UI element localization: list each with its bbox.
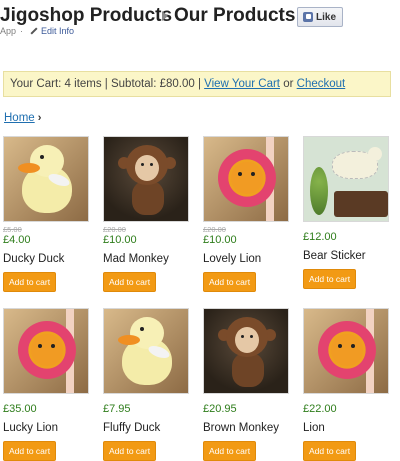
cart-or-text: or <box>283 78 294 90</box>
edit-info-link[interactable]: Edit Info <box>27 26 74 36</box>
product-image[interactable] <box>3 308 89 394</box>
breadcrumb: Home › <box>4 112 41 124</box>
product-image[interactable] <box>303 136 389 222</box>
product-image[interactable] <box>103 136 189 222</box>
add-to-cart-button[interactable]: Add to cart <box>303 441 357 461</box>
product-image[interactable] <box>103 308 189 394</box>
page-header: Jigoshop Products Our Products Like <box>0 3 400 27</box>
product-card: £7.95 Fluffy Duck Add to cart <box>103 308 193 461</box>
product-name[interactable]: Lovely Lion <box>203 253 293 265</box>
page-title: Our Products <box>174 5 296 26</box>
view-cart-link[interactable]: View Your Cart <box>204 78 280 90</box>
cart-summary-bar: Your Cart: 4 items | Subtotal: £80.00 | … <box>3 71 391 97</box>
product-image[interactable] <box>3 136 89 222</box>
product-card: £35.00 Lucky Lion Add to cart <box>3 308 93 461</box>
add-to-cart-button[interactable]: Add to cart <box>203 272 257 292</box>
product-name[interactable]: Lucky Lion <box>3 422 93 434</box>
app-subline: App · Edit Info <box>0 26 74 36</box>
cart-summary-text: Your Cart: 4 items | Subtotal: £80.00 | <box>10 78 201 90</box>
subline-separator: · <box>20 26 24 36</box>
product-name[interactable]: Lion <box>303 422 393 434</box>
product-card: £5.00 £4.00 Ducky Duck Add to cart <box>3 136 93 292</box>
product-name[interactable]: Brown Monkey <box>203 422 293 434</box>
product-name[interactable]: Mad Monkey <box>103 253 193 265</box>
add-to-cart-button[interactable]: Add to cart <box>103 441 157 461</box>
add-to-cart-button[interactable]: Add to cart <box>3 441 57 461</box>
product-name[interactable]: Bear Sticker <box>303 250 393 262</box>
product-name[interactable]: Fluffy Duck <box>103 422 193 434</box>
checkout-link[interactable]: Checkout <box>297 78 346 90</box>
product-price: £35.00 <box>3 403 37 415</box>
breadcrumb-chevron-icon: › <box>37 112 42 124</box>
product-old-price: £20.00 <box>203 225 226 234</box>
product-card: £20.00 £10.00 Mad Monkey Add to cart <box>103 136 193 292</box>
app-label: App <box>0 26 17 36</box>
product-name[interactable]: Ducky Duck <box>3 253 93 265</box>
app-title[interactable]: Jigoshop Products <box>0 5 172 27</box>
product-price: £10.00 <box>203 234 237 246</box>
product-old-price: £20.00 <box>103 225 126 234</box>
product-image[interactable] <box>303 308 389 394</box>
breadcrumb-arrow-icon <box>162 11 168 21</box>
like-label: Like <box>316 11 337 23</box>
add-to-cart-button[interactable]: Add to cart <box>3 272 57 292</box>
product-old-price: £5.00 <box>3 225 22 234</box>
breadcrumb-home-link[interactable]: Home <box>4 112 35 124</box>
add-to-cart-button[interactable]: Add to cart <box>303 269 357 289</box>
product-card: £20.95 Brown Monkey Add to cart <box>203 308 293 461</box>
product-card: £22.00 Lion Add to cart <box>303 308 393 461</box>
product-price: £7.95 <box>103 403 131 415</box>
product-price: £12.00 <box>303 231 337 243</box>
pencil-icon <box>30 27 38 35</box>
product-price: £4.00 <box>3 234 31 246</box>
product-image[interactable] <box>203 308 289 394</box>
product-image[interactable] <box>203 136 289 222</box>
product-price: £10.00 <box>103 234 137 246</box>
product-price: £20.95 <box>203 403 237 415</box>
add-to-cart-button[interactable]: Add to cart <box>203 441 257 461</box>
edit-info-label: Edit Info <box>41 26 75 36</box>
product-card: £20.00 £10.00 Lovely Lion Add to cart <box>203 136 293 292</box>
product-card: £12.00 Bear Sticker Add to cart <box>303 136 393 289</box>
like-button[interactable]: Like <box>297 7 344 27</box>
product-price: £22.00 <box>303 403 337 415</box>
thumbs-up-icon <box>303 12 313 22</box>
add-to-cart-button[interactable]: Add to cart <box>103 272 157 292</box>
